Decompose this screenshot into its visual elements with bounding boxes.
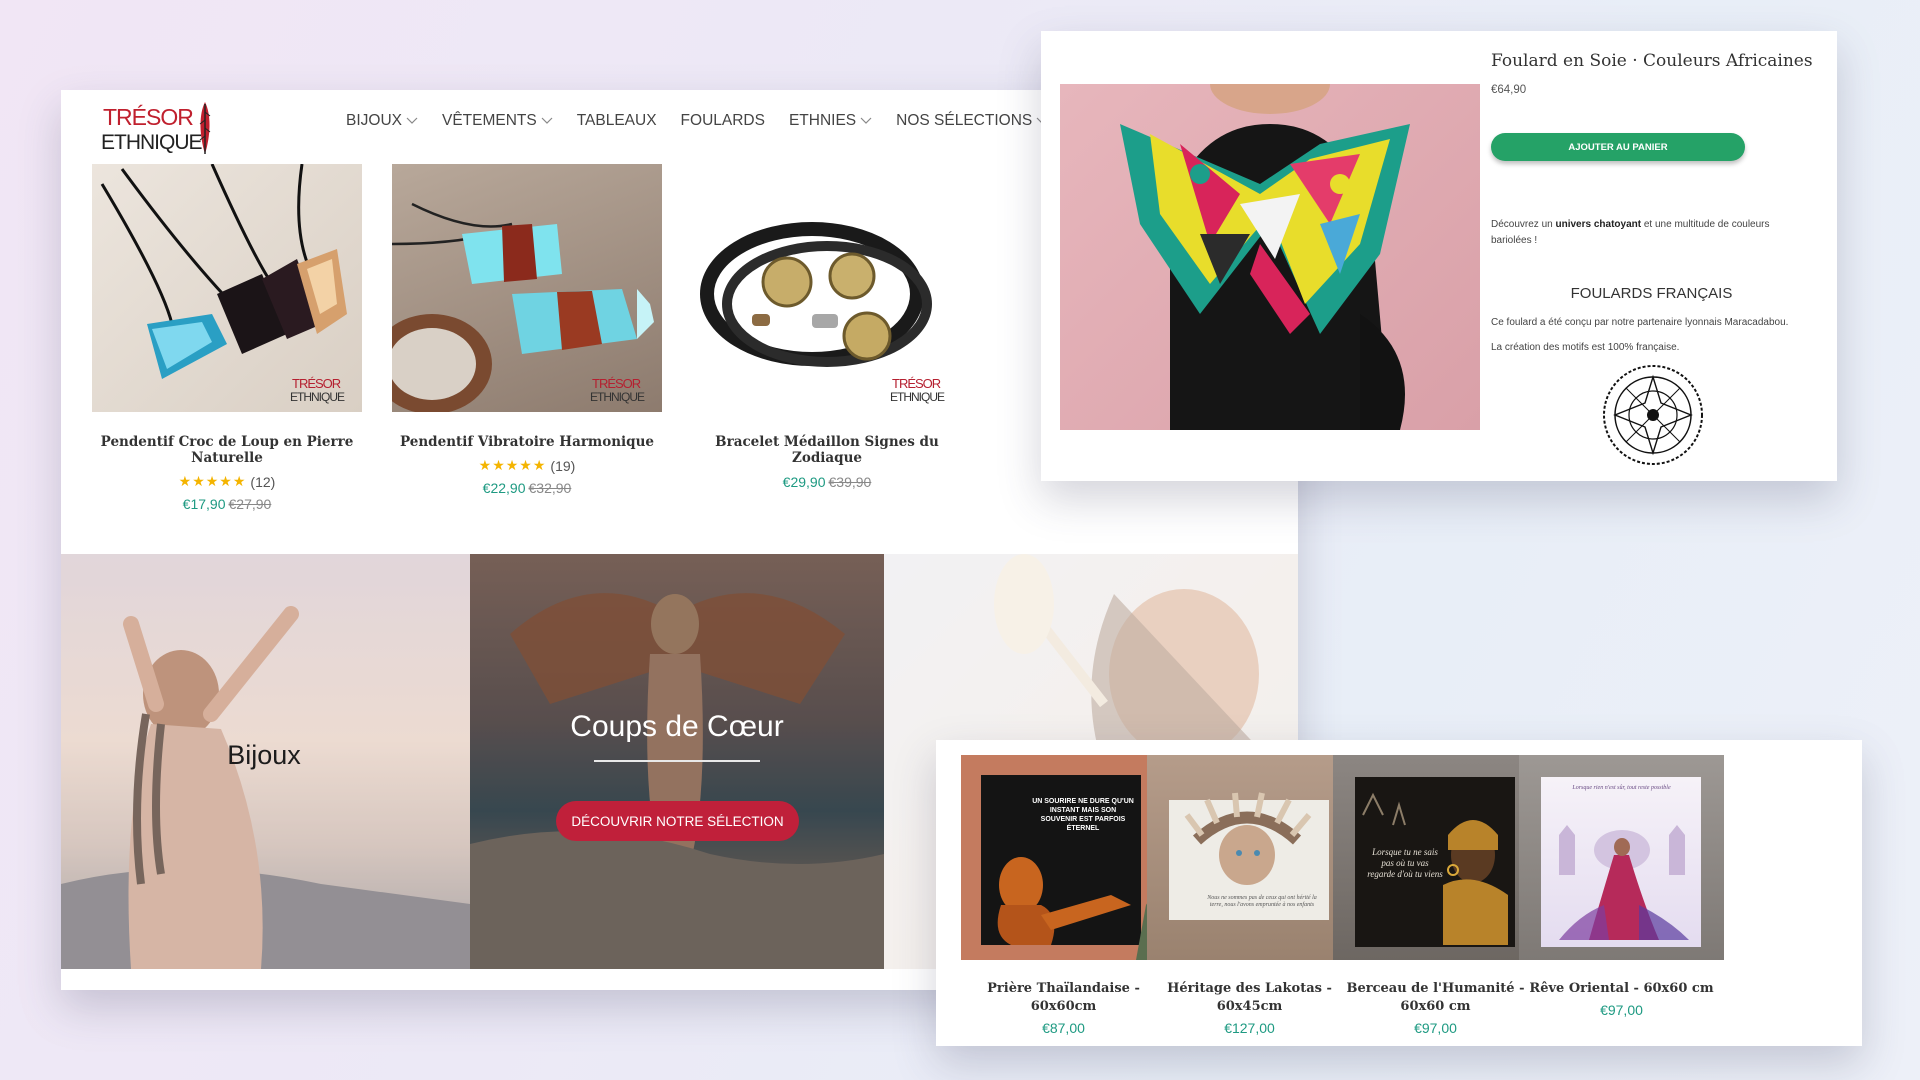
painting-price: €87,00 bbox=[1042, 1020, 1085, 1036]
old-price: €27,90 bbox=[228, 496, 272, 512]
watermark-line2: ETHNIQUE bbox=[890, 390, 945, 404]
product-card[interactable]: TRÉSOR ETHNIQUE Pendentif Croc de Loup e… bbox=[92, 164, 362, 512]
section-heading: FOULARDS FRANÇAIS bbox=[1570, 285, 1733, 302]
nav-ethnies[interactable]: ETHNIES bbox=[789, 112, 872, 130]
product-card[interactable]: TRÉSOR ETHNIQUE Bracelet Médaillon Signe… bbox=[692, 164, 962, 490]
chevron-down-icon bbox=[541, 117, 553, 124]
partner-text: Ce foulard a été conçu par notre partena… bbox=[1491, 317, 1789, 328]
nav-foulards[interactable]: FOULARDS bbox=[681, 112, 765, 130]
sale-price: €29,90 bbox=[782, 474, 826, 490]
watermark-line1: TRÉSOR bbox=[292, 376, 341, 391]
nav-bijoux[interactable]: BIJOUX bbox=[346, 112, 418, 130]
chevron-down-icon bbox=[406, 117, 418, 124]
review-count: (12) bbox=[250, 474, 276, 490]
logo-line2: ETHNIQUE bbox=[101, 131, 203, 154]
painting-price: €97,00 bbox=[1414, 1020, 1457, 1036]
nav-selections[interactable]: NOS SÉLECTIONS bbox=[896, 112, 1048, 130]
painting-name[interactable]: Héritage des Lakotas - 60x45cm bbox=[1147, 980, 1352, 1016]
nav-bijoux-label: BIJOUX bbox=[346, 112, 402, 129]
scarf-title: Foulard en Soie · Couleurs Africaines bbox=[1491, 51, 1813, 71]
painting-card[interactable]: Nous ne sommes pas de ceux qui ont hérit… bbox=[1147, 755, 1352, 1036]
nav-tableaux[interactable]: TABLEAUX bbox=[577, 112, 657, 130]
scarf-price: €64,90 bbox=[1491, 84, 1527, 96]
product-price: €29,90 €39,90 bbox=[692, 474, 962, 490]
product-name[interactable]: Bracelet Médaillon Signes du Zodiaque bbox=[692, 434, 962, 466]
sale-price: €22,90 bbox=[482, 480, 526, 496]
painting-image-reve-oriental[interactable]: Lorsque rien n'est sûr, tout reste possi… bbox=[1519, 755, 1724, 960]
nav-vetements-label: VÊTEMENTS bbox=[441, 112, 537, 129]
title-divider bbox=[594, 760, 760, 762]
sale-price: €17,90 bbox=[182, 496, 226, 512]
watermark-logo: TRÉSOR ETHNIQUE bbox=[590, 376, 656, 406]
nav-foulards-label: FOULARDS bbox=[680, 112, 765, 129]
painting-quote: Nous ne sommes pas de ceux qui ont hérit… bbox=[1207, 895, 1317, 908]
painting-image-lakota[interactable]: Nous ne sommes pas de ceux qui ont hérit… bbox=[1147, 755, 1352, 960]
maracadabou-logo bbox=[1601, 363, 1705, 467]
watermark-logo: TRÉSOR ETHNIQUE bbox=[890, 376, 956, 406]
watermark-line2: ETHNIQUE bbox=[290, 390, 345, 404]
watermark-line2: ETHNIQUE bbox=[590, 390, 645, 404]
origin-text: La création des motifs est 100% français… bbox=[1491, 342, 1680, 353]
product-image-resin-pendant[interactable]: TRÉSOR ETHNIQUE bbox=[392, 164, 662, 412]
product-name[interactable]: Pendentif Vibratoire Harmonique bbox=[392, 434, 662, 450]
brand-logo[interactable]: TRÉSOR ETHNIQUE bbox=[101, 98, 216, 160]
nav-tableaux-label: TABLEAUX bbox=[576, 112, 657, 129]
watermark-line1: TRÉSOR bbox=[592, 376, 641, 391]
painting-price: €127,00 bbox=[1224, 1020, 1275, 1036]
chevron-down-icon bbox=[860, 117, 872, 124]
product-name[interactable]: Pendentif Croc de Loup en Pierre Naturel… bbox=[92, 434, 362, 466]
paintings-window: UN SOURIRE NE DURE QU'UN INSTANT MAIS SO… bbox=[936, 740, 1862, 1046]
scarf-product-image[interactable] bbox=[1060, 84, 1480, 430]
product-image-zodiac-bracelet[interactable]: TRÉSOR ETHNIQUE bbox=[692, 164, 962, 412]
main-nav: BIJOUX VÊTEMENTS TABLEAUX FOULARDS ETHNI… bbox=[346, 112, 1048, 130]
product-price: €22,90 €32,90 bbox=[392, 480, 662, 496]
logo-line1: TRÉSOR bbox=[103, 104, 194, 130]
scarf-product-window: Foulard en Soie · Couleurs Africaines €6… bbox=[1041, 31, 1837, 481]
painting-card[interactable]: Lorsque tu ne sais pas où tu vas regarde… bbox=[1333, 755, 1538, 1036]
painting-quote: Lorsque tu ne sais pas où tu vas regarde… bbox=[1367, 847, 1443, 879]
painting-card[interactable]: Lorsque rien n'est sûr, tout reste possi… bbox=[1519, 755, 1724, 1018]
banner-bijoux-title: Bijoux bbox=[227, 740, 301, 770]
nav-selections-label: NOS SÉLECTIONS bbox=[896, 112, 1033, 129]
desc-text-start: Découvrez un bbox=[1491, 219, 1556, 230]
product-image-wolf-pendant[interactable]: TRÉSOR ETHNIQUE bbox=[92, 164, 362, 412]
product-card[interactable]: TRÉSOR ETHNIQUE Pendentif Vibratoire Har… bbox=[392, 164, 662, 496]
painting-quote: Lorsque rien n'est sûr, tout reste possi… bbox=[1572, 785, 1671, 791]
desc-text-bold: univers chatoyant bbox=[1555, 219, 1642, 230]
nav-vetements[interactable]: VÊTEMENTS bbox=[442, 112, 553, 130]
old-price: €39,90 bbox=[828, 474, 872, 490]
watermark-logo: TRÉSOR ETHNIQUE bbox=[290, 376, 356, 406]
painting-name[interactable]: Prière Thaïlandaise - 60x60cm bbox=[961, 980, 1166, 1016]
rating: ★★★★★ (12) bbox=[92, 474, 362, 490]
rating: ★★★★★ (19) bbox=[392, 458, 662, 474]
product-price: €17,90 €27,90 bbox=[92, 496, 362, 512]
old-price: €32,90 bbox=[528, 480, 572, 496]
painting-name[interactable]: Berceau de l'Humanité - 60x60 cm bbox=[1333, 980, 1538, 1016]
watermark-line1: TRÉSOR bbox=[892, 376, 941, 391]
star-rating-icon: ★★★★★ bbox=[178, 474, 247, 490]
add-to-cart-button[interactable]: AJOUTER AU PANIER bbox=[1491, 133, 1745, 161]
painting-image-humanite[interactable]: Lorsque tu ne sais pas où tu vas regarde… bbox=[1333, 755, 1538, 960]
painting-image-thai[interactable]: UN SOURIRE NE DURE QU'UN INSTANT MAIS SO… bbox=[961, 755, 1166, 960]
painting-price: €97,00 bbox=[1600, 1002, 1643, 1018]
scarf-description: Découvrez un univers chatoyant et une mu… bbox=[1491, 217, 1801, 249]
banner-bijoux[interactable]: Bijoux bbox=[61, 554, 470, 969]
banner-coups-title: Coups de Cœur bbox=[570, 710, 784, 743]
painting-name[interactable]: Rêve Oriental - 60x60 cm bbox=[1519, 980, 1724, 998]
feather-icon bbox=[199, 102, 211, 154]
star-rating-icon: ★★★★★ bbox=[478, 458, 547, 474]
painting-card[interactable]: UN SOURIRE NE DURE QU'UN INSTANT MAIS SO… bbox=[961, 755, 1166, 1036]
nav-ethnies-label: ETHNIES bbox=[788, 112, 857, 129]
discover-selection-button[interactable]: DÉCOUVRIR NOTRE SÉLECTION bbox=[556, 801, 799, 841]
review-count: (19) bbox=[550, 458, 576, 474]
banner-coups-de-coeur[interactable]: Coups de Cœur DÉCOUVRIR NOTRE SÉLECTION bbox=[470, 554, 884, 969]
